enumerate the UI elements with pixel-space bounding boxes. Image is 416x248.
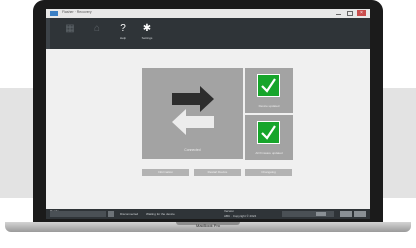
connection-status-label: Connected <box>184 148 201 152</box>
port-select[interactable] <box>108 211 114 217</box>
laptop-brand-label: MacBook Pro <box>195 223 220 228</box>
device-updated-label: Device updated <box>258 104 280 108</box>
connection-tile[interactable]: Connected <box>142 68 243 159</box>
question-icon: ? <box>120 23 126 34</box>
status-button[interactable] <box>340 211 352 217</box>
status-bar: Ready Disconnected Waiting for the devic… <box>46 209 370 219</box>
check-icon <box>257 121 280 144</box>
window-title: Flasher · Recovery <box>62 10 92 14</box>
progress-fill <box>316 212 326 216</box>
maximize-icon <box>347 11 353 16</box>
toolbar-accent <box>46 18 50 49</box>
app-window: Flasher · Recovery × ▦ ⌂ ? Help ✱ Settin… <box>46 9 370 219</box>
main-content: Connected Device updated All firmware up… <box>46 49 370 209</box>
settings-button[interactable]: ✱ Settings <box>136 23 158 47</box>
settings-label: Settings <box>141 36 153 40</box>
version-label: Version <box>224 209 235 213</box>
grid-icon: ▦ <box>65 23 75 34</box>
close-button[interactable]: × <box>357 10 366 16</box>
copyright-label: ABC · Copyright © 2024 <box>224 214 257 218</box>
toolbar-button-2[interactable]: ⌂ <box>86 23 108 47</box>
home-icon: ⌂ <box>93 23 101 34</box>
arrow-left-light <box>172 109 214 135</box>
toolbar-button-1[interactable]: ▦ <box>59 23 81 47</box>
toolbar: ▦ ⌂ ? Help ✱ Settings <box>46 18 370 49</box>
status-connection: Disconnected <box>120 212 139 216</box>
status-waiting: Waiting for the device <box>146 212 175 216</box>
maximize-button[interactable] <box>345 10 354 16</box>
changelog-button[interactable]: Changelog <box>245 169 292 176</box>
status-button-2[interactable] <box>354 211 366 217</box>
status-field <box>50 211 106 217</box>
help-button[interactable]: ? Help <box>112 23 134 47</box>
device-updated-tile[interactable]: Device updated <box>245 68 293 113</box>
gear-icon: ✱ <box>142 23 152 34</box>
firmware-updated-label: All firmware updated <box>255 151 283 155</box>
minimize-icon <box>336 14 341 15</box>
firmware-updated-tile[interactable]: All firmware updated <box>245 115 293 160</box>
app-logo-icon <box>50 11 58 16</box>
restart-device-button[interactable]: Restart Device <box>194 169 241 176</box>
minimize-button[interactable] <box>334 10 343 16</box>
help-label: Help <box>119 36 127 40</box>
arrow-right-dark <box>172 86 214 112</box>
title-bar: Flasher · Recovery × <box>46 9 370 18</box>
arrows-swap-icon <box>172 86 214 135</box>
check-icon <box>257 74 280 97</box>
close-icon: × <box>360 10 363 16</box>
progress-field <box>282 211 334 217</box>
information-button[interactable]: Information <box>142 169 189 176</box>
